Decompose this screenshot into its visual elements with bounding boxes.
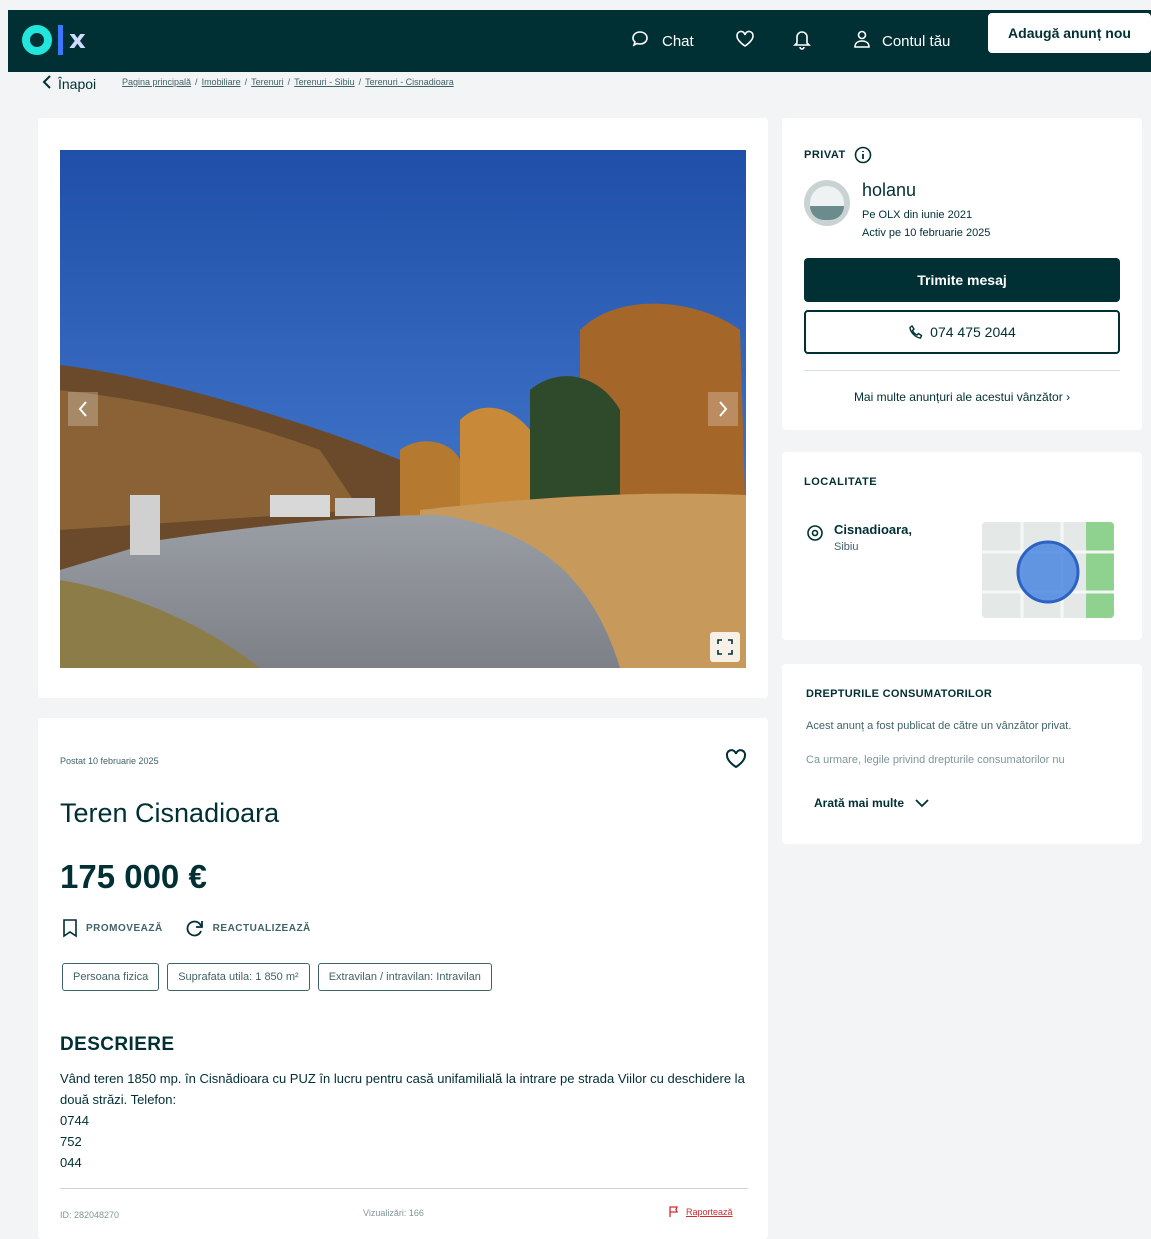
location-card: LOCALITATE Cisnadioara, Sibiu (782, 452, 1142, 640)
info-icon[interactable] (854, 146, 872, 164)
avatar-top-shape (810, 186, 844, 206)
photo-gallery (38, 118, 768, 698)
breadcrumb-item[interactable]: Terenuri - Sibiu (294, 77, 355, 87)
heart-icon (725, 749, 747, 769)
listing-actions: PROMOVEAZĂ REACTUALIZEAZĂ (62, 918, 311, 938)
consumer-rights-heading: DREPTURILE CONSUMATORILOR (806, 688, 993, 700)
map-thumbnail (982, 522, 1114, 618)
send-message-button[interactable]: Trimite mesaj (804, 258, 1120, 302)
flag-icon (669, 1206, 678, 1217)
notifications-link[interactable] (792, 10, 812, 72)
chevron-down-icon (915, 799, 929, 808)
chat-link[interactable]: Chat (630, 10, 694, 72)
refresh-button[interactable]: REACTUALIZEAZĂ (185, 918, 311, 938)
favorites-link[interactable] (734, 10, 756, 72)
account-link[interactable]: Contul tău (852, 10, 950, 72)
chevron-right-icon (719, 401, 728, 417)
phone-icon (909, 324, 923, 339)
bookmark-icon (63, 919, 77, 938)
heart-icon (734, 29, 756, 53)
consumer-rights-text-truncated: Ca urmare, legile privind drepturile con… (806, 754, 1065, 766)
user-icon (852, 29, 872, 53)
previous-photo-button[interactable] (68, 392, 98, 426)
next-photo-button[interactable] (708, 392, 738, 426)
logo-x-shape: x (69, 25, 86, 55)
seller-card: PRIVAT holanu Pe OLX din iunie 2021 Acti… (782, 118, 1142, 430)
show-more-label: Arată mai multe (814, 796, 905, 810)
expand-icon (717, 639, 733, 655)
chevron-right-icon: › (1066, 390, 1071, 404)
favorite-button[interactable] (724, 748, 748, 775)
member-since: Pe OLX din iunie 2021 (862, 209, 973, 221)
report-link[interactable]: Raportează (668, 1206, 733, 1218)
breadcrumb: Pagina principală / Imobiliare / Terenuri /… (122, 77, 454, 87)
breadcrumb-item[interactable]: Terenuri (251, 77, 284, 87)
olx-logo[interactable]: x (22, 22, 86, 58)
more-ads-link[interactable]: Mai multe anunțuri ale acestui vânzător … (782, 390, 1142, 404)
last-active: Activ pe 10 februarie 2025 (862, 227, 991, 239)
more-ads-label: Mai multe anunțuri ale acestui vânzător (853, 390, 1063, 404)
add-listing-button[interactable]: Adaugă anunț nou (988, 13, 1151, 53)
back-link[interactable]: Înapoi (42, 74, 96, 93)
listing-price: 175 000 € (60, 858, 207, 895)
fullscreen-button[interactable] (710, 632, 740, 662)
landscape-photo (60, 150, 746, 668)
breadcrumb-item[interactable]: Terenuri - Cisnadioara (365, 77, 454, 87)
show-phone-button[interactable]: 074 475 2044 (804, 310, 1120, 354)
listing-photo[interactable] (60, 150, 746, 668)
bell-icon (792, 28, 812, 54)
seller-name[interactable]: holanu (862, 180, 916, 201)
listing-title: Teren Cisnadioara (60, 798, 280, 828)
chevron-left-icon (78, 401, 87, 417)
back-label: Înapoi (58, 75, 97, 92)
description-heading: DESCRIERE (60, 1034, 175, 1055)
avatar-bottom-shape (810, 206, 844, 220)
top-navigation-bar: x Chat Contul tău Adaugă anunț nou (8, 10, 1151, 72)
logo-l-shape (58, 25, 63, 55)
divider (804, 370, 1120, 371)
consumer-rights-card: DREPTURILE CONSUMATORILOR Acest anunț a … (782, 664, 1142, 844)
refresh-icon (186, 920, 203, 937)
consumer-rights-text: Acest anunț a fost publicat de către un … (806, 720, 1072, 732)
description-text: Vând teren 1850 mp. în Cisnădioara cu PU… (60, 1071, 745, 1170)
logo-o-shape (22, 25, 52, 55)
location-pin-icon (806, 524, 824, 547)
posted-date: Postat 10 februarie 2025 (60, 756, 159, 766)
seller-type-label: PRIVAT (804, 149, 846, 161)
location-map[interactable] (982, 522, 1114, 618)
show-more-button[interactable]: Arată mai multe (814, 796, 930, 810)
seller-type: PRIVAT (804, 146, 872, 164)
listing-details: Postat 10 februarie 2025 Teren Cisnadioa… (38, 718, 768, 1239)
seller-meta: Pe OLX din iunie 2021 Activ pe 10 februa… (862, 206, 990, 242)
tag-seller-type: Persoana fizica (62, 963, 160, 991)
chat-icon (630, 29, 650, 53)
chevron-left-icon (42, 74, 52, 93)
tag-surface: Suprafata utila: 1 850 m² (167, 963, 310, 991)
listing-views: Vizualizări: 166 (363, 1208, 424, 1218)
listing-id: ID: 282048270 (60, 1210, 120, 1220)
refresh-label: REACTUALIZEAZĂ (212, 922, 311, 934)
account-label: Contul tău (882, 32, 951, 50)
location-region: Sibiu (834, 541, 859, 553)
divider (60, 1188, 748, 1189)
chat-label: Chat (662, 32, 694, 50)
report-label: Raportează (686, 1207, 733, 1217)
phone-number: 074 475 2044 (930, 324, 1016, 340)
listing-tags: Persoana fizica Suprafata utila: 1 850 m… (62, 963, 492, 991)
location-city: Cisnadioara, (834, 522, 913, 537)
breadcrumb-item[interactable]: Imobiliare (202, 77, 241, 87)
avatar (804, 180, 850, 226)
promote-button[interactable]: PROMOVEAZĂ (62, 918, 163, 938)
tag-zoning: Extravilan / intravilan: Intravilan (317, 963, 492, 991)
promote-label: PROMOVEAZĂ (86, 922, 163, 934)
breadcrumb-item[interactable]: Pagina principală (122, 77, 191, 87)
location-heading: LOCALITATE (804, 476, 878, 488)
